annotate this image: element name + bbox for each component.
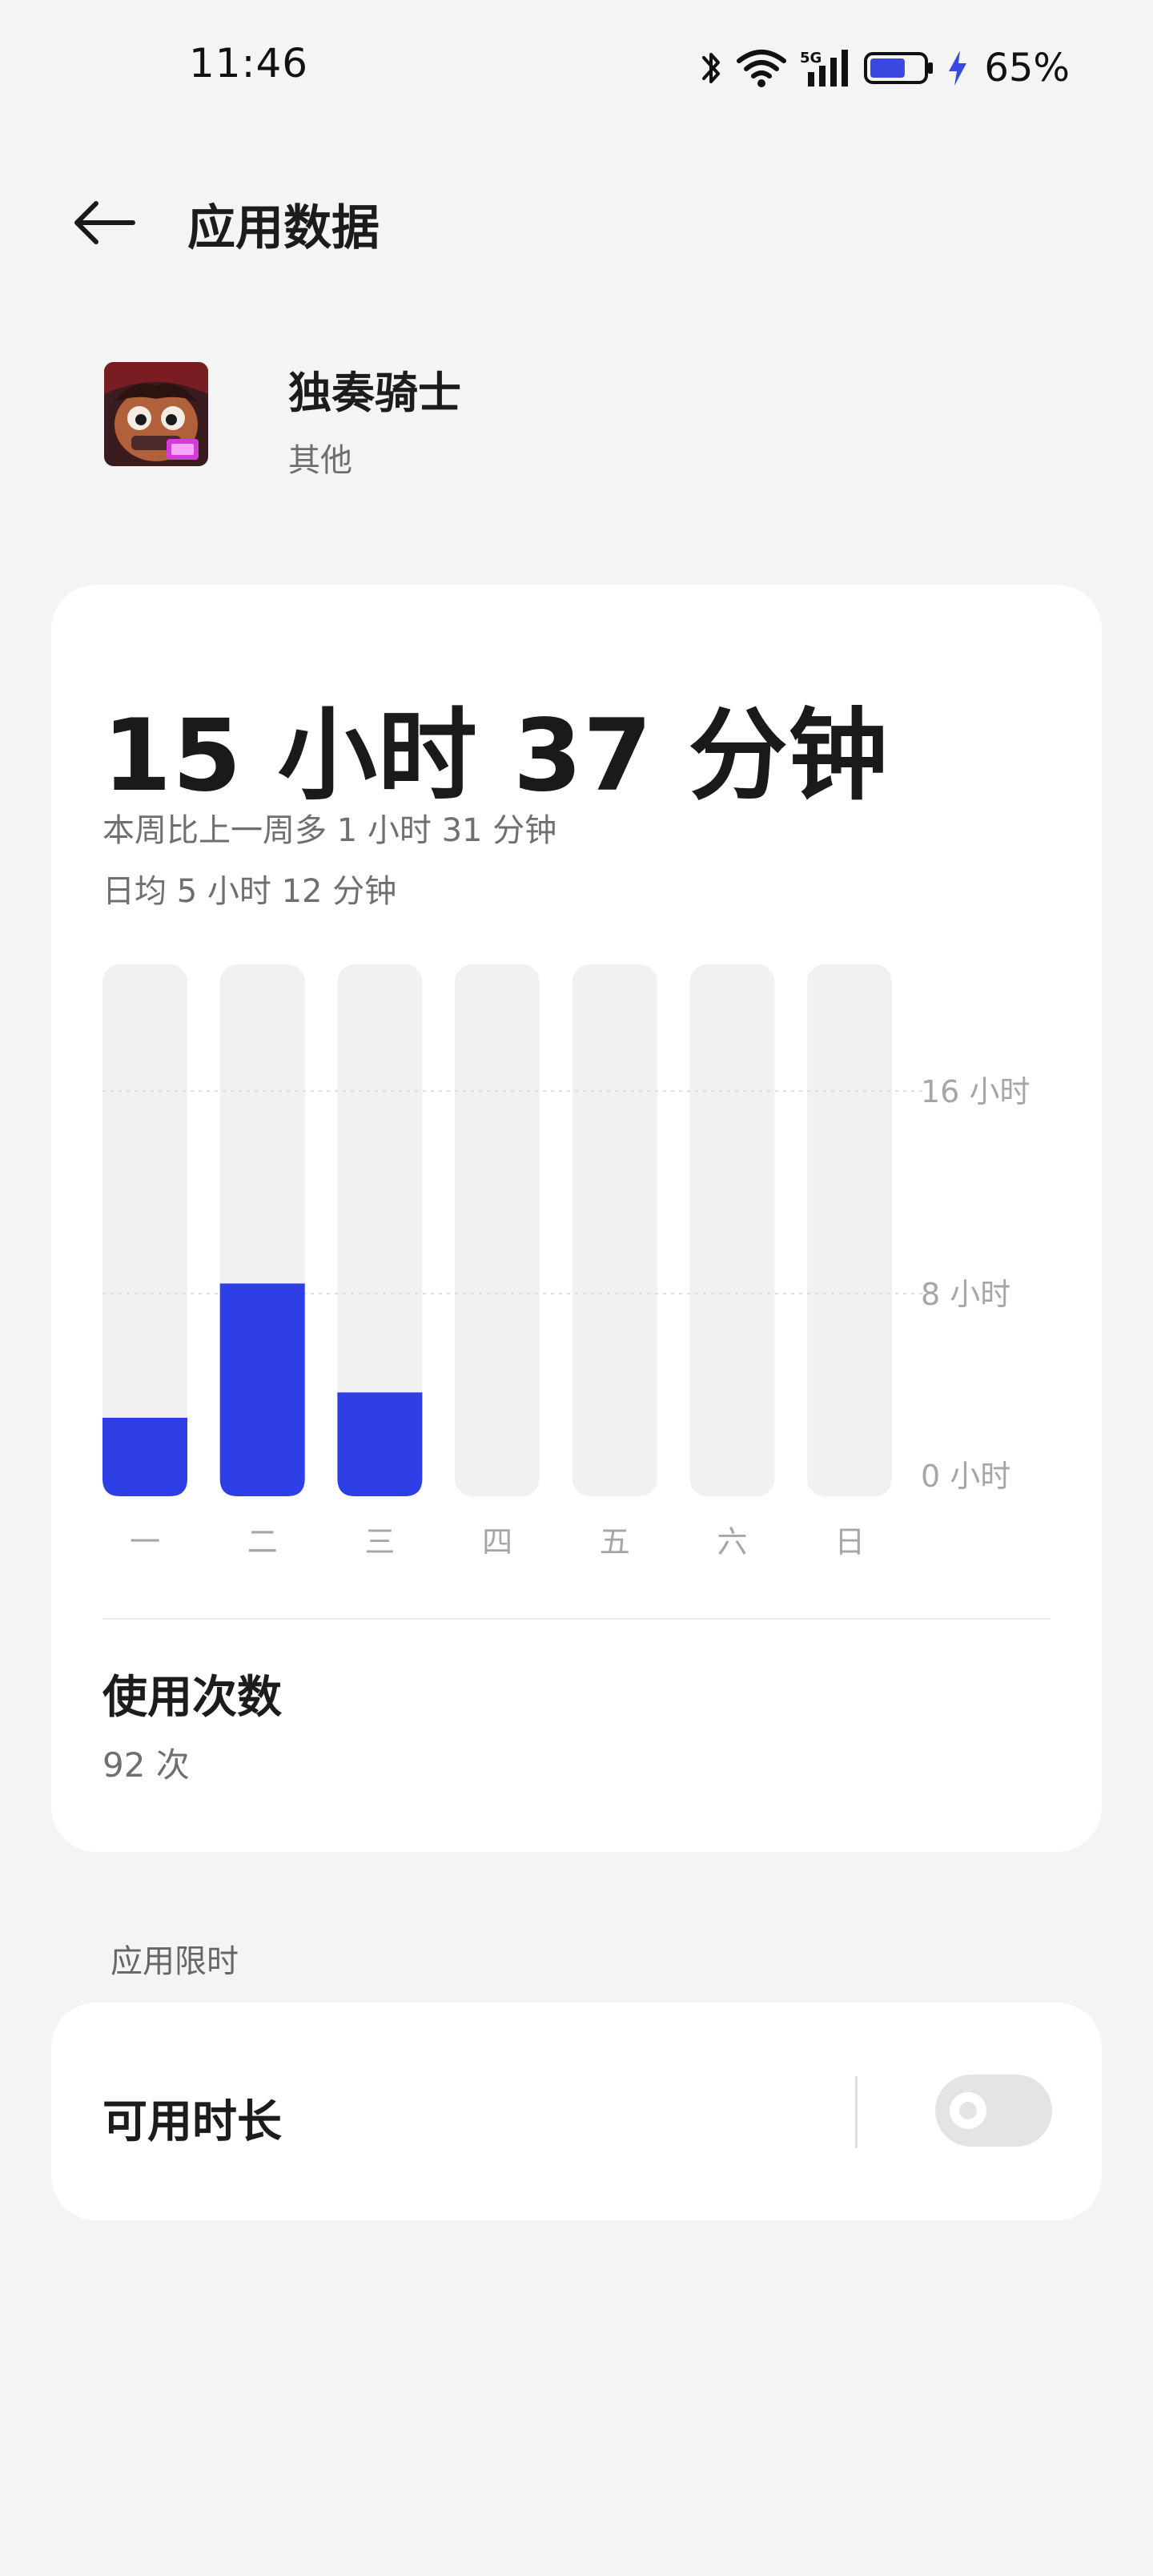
arrow-left-icon [72,199,136,250]
page-title: 应用数据 [187,200,380,256]
y-tick-label: 16 小时 [921,1074,1030,1109]
battery-percent: 65% [984,46,1070,91]
x-tick-label: 六 [717,1524,747,1560]
y-tick-label: 8 小时 [921,1277,1010,1312]
x-tick-label: 二 [247,1524,278,1560]
launch-count-value: 92 次 [102,1745,190,1785]
signal-label: 5G [800,50,822,66]
app-category: 其他 [288,442,352,479]
wifi-icon [736,48,787,88]
x-tick-label: 五 [600,1524,630,1560]
bar-track [689,964,775,1496]
usage-bar [337,1392,423,1496]
weekly-usage-chart: 16 小时 8 小时 0 小时一 二 三 四 五 六 日 [102,964,1030,1560]
status-bar: 11:46 5G 65% [0,0,1153,136]
status-icons: 5G 65% [699,40,1070,96]
available-duration-toggle[interactable] [935,2075,1052,2147]
row-separator [855,2076,858,2148]
bar-track [102,964,187,1496]
x-tick-label: 四 [482,1524,512,1560]
launch-count-title: 使用次数 [102,1672,282,1724]
app-icon [104,362,208,466]
available-duration-title: 可用时长 [102,2096,282,2148]
bluetooth-icon [699,46,723,90]
battery-icon [864,50,934,86]
charging-icon [947,49,968,87]
5g-signal-icon: 5G [800,48,851,88]
y-tick-label: 0 小时 [921,1459,1010,1494]
bar-track [455,964,540,1496]
usage-card: 15 小时 37 分钟 本周比上一周多 1 小时 31 分钟 日均 5 小时 1… [51,585,1102,1852]
x-tick-label: 一 [130,1524,160,1560]
toggle-knob [950,2092,986,2129]
bar-track [807,964,893,1496]
app-name: 独奏骑士 [288,368,461,418]
bar-track [572,964,657,1496]
status-time: 11:46 [189,40,309,87]
section-label-app-limit: 应用限时 [110,1943,239,1980]
x-tick-label: 日 [834,1524,865,1560]
back-button[interactable] [64,184,144,264]
app-limit-card[interactable]: 可用时长 [51,2002,1102,2220]
usage-bar [219,1283,305,1496]
card-divider [102,1618,1051,1620]
usage-bar [102,1417,187,1496]
x-tick-label: 三 [364,1524,395,1560]
